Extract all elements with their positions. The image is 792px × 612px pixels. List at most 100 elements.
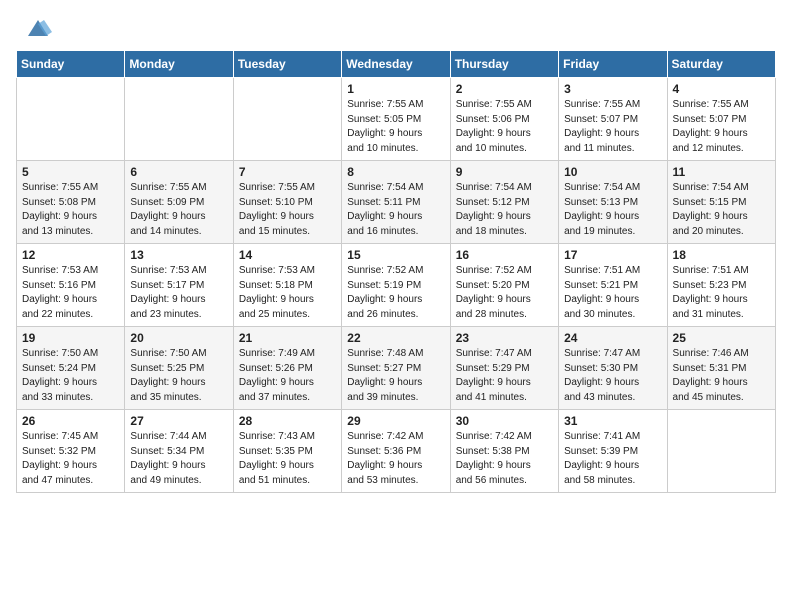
day-info: Sunrise: 7:54 AM Sunset: 5:11 PM Dayligh… <box>347 181 444 239</box>
day-info: Sunrise: 7:45 AM Sunset: 5:32 PM Dayligh… <box>22 430 119 488</box>
day-info: Sunrise: 7:41 AM Sunset: 5:39 PM Dayligh… <box>564 430 661 488</box>
calendar-week-row: 1 Sunrise: 7:55 AM Sunset: 5:05 PM Daylig… <box>17 78 776 161</box>
calendar-week-row: 5 Sunrise: 7:55 AM Sunset: 5:08 PM Daylig… <box>17 161 776 244</box>
day-info: Sunrise: 7:51 AM Sunset: 5:21 PM Dayligh… <box>564 264 661 322</box>
day-info: Sunrise: 7:54 AM Sunset: 5:15 PM Dayligh… <box>673 181 770 239</box>
day-number: 21 <box>239 331 336 345</box>
day-info: Sunrise: 7:51 AM Sunset: 5:23 PM Dayligh… <box>673 264 770 322</box>
logo <box>20 14 52 42</box>
day-of-week-header: Sunday <box>17 51 125 78</box>
day-of-week-header: Friday <box>559 51 667 78</box>
day-info: Sunrise: 7:55 AM Sunset: 5:07 PM Dayligh… <box>564 98 661 156</box>
day-info: Sunrise: 7:47 AM Sunset: 5:30 PM Dayligh… <box>564 347 661 405</box>
day-info: Sunrise: 7:50 AM Sunset: 5:25 PM Dayligh… <box>130 347 227 405</box>
day-info: Sunrise: 7:55 AM Sunset: 5:08 PM Dayligh… <box>22 181 119 239</box>
day-of-week-header: Thursday <box>450 51 558 78</box>
day-info: Sunrise: 7:53 AM Sunset: 5:17 PM Dayligh… <box>130 264 227 322</box>
calendar-day-cell: 18 Sunrise: 7:51 AM Sunset: 5:23 PM Dayli… <box>667 244 775 327</box>
day-info: Sunrise: 7:53 AM Sunset: 5:18 PM Dayligh… <box>239 264 336 322</box>
calendar-day-cell: 29 Sunrise: 7:42 AM Sunset: 5:36 PM Dayli… <box>342 410 450 493</box>
day-number: 9 <box>456 165 553 179</box>
day-of-week-header: Tuesday <box>233 51 341 78</box>
header <box>0 0 792 50</box>
day-info: Sunrise: 7:49 AM Sunset: 5:26 PM Dayligh… <box>239 347 336 405</box>
day-number: 18 <box>673 248 770 262</box>
calendar-week-row: 19Sunrise: 7:50 AM Sunset: 5:24 PM Dayli… <box>17 327 776 410</box>
day-info: Sunrise: 7:48 AM Sunset: 5:27 PM Dayligh… <box>347 347 444 405</box>
calendar-day-cell: 4Sunrise: 7:55 AM Sunset: 5:07 PM Daylig… <box>667 78 775 161</box>
calendar-day-cell: 22 Sunrise: 7:48 AM Sunset: 5:27 PM Dayli… <box>342 327 450 410</box>
day-info: Sunrise: 7:55 AM Sunset: 5:10 PM Dayligh… <box>239 181 336 239</box>
calendar-day-cell: 26 Sunrise: 7:45 AM Sunset: 5:32 PM Dayli… <box>17 410 125 493</box>
day-number: 16 <box>456 248 553 262</box>
calendar-table: SundayMondayTuesdayWednesdayThursdayFrid… <box>16 50 776 493</box>
calendar-day-cell: 1 Sunrise: 7:55 AM Sunset: 5:05 PM Daylig… <box>342 78 450 161</box>
day-info: Sunrise: 7:52 AM Sunset: 5:20 PM Dayligh… <box>456 264 553 322</box>
day-number: 26 <box>22 414 119 428</box>
day-info: Sunrise: 7:47 AM Sunset: 5:29 PM Dayligh… <box>456 347 553 405</box>
day-info: Sunrise: 7:55 AM Sunset: 5:09 PM Dayligh… <box>130 181 227 239</box>
day-number: 29 <box>347 414 444 428</box>
calendar-day-cell: 8 Sunrise: 7:54 AM Sunset: 5:11 PM Daylig… <box>342 161 450 244</box>
calendar-day-cell: 9Sunrise: 7:54 AM Sunset: 5:12 PM Daylig… <box>450 161 558 244</box>
calendar-day-cell: 17Sunrise: 7:51 AM Sunset: 5:21 PM Dayli… <box>559 244 667 327</box>
day-number: 12 <box>22 248 119 262</box>
day-number: 4 <box>673 82 770 96</box>
day-info: Sunrise: 7:52 AM Sunset: 5:19 PM Dayligh… <box>347 264 444 322</box>
calendar-day-cell: 14 Sunrise: 7:53 AM Sunset: 5:18 PM Dayli… <box>233 244 341 327</box>
day-number: 20 <box>130 331 227 345</box>
calendar-day-cell <box>17 78 125 161</box>
day-info: Sunrise: 7:55 AM Sunset: 5:05 PM Dayligh… <box>347 98 444 156</box>
day-info: Sunrise: 7:46 AM Sunset: 5:31 PM Dayligh… <box>673 347 770 405</box>
calendar-day-cell: 24 Sunrise: 7:47 AM Sunset: 5:30 PM Dayli… <box>559 327 667 410</box>
calendar-day-cell: 16 Sunrise: 7:52 AM Sunset: 5:20 PM Dayli… <box>450 244 558 327</box>
calendar-day-cell: 2 Sunrise: 7:55 AM Sunset: 5:06 PM Daylig… <box>450 78 558 161</box>
calendar-week-row: 26 Sunrise: 7:45 AM Sunset: 5:32 PM Dayli… <box>17 410 776 493</box>
day-number: 10 <box>564 165 661 179</box>
day-number: 15 <box>347 248 444 262</box>
day-number: 2 <box>456 82 553 96</box>
calendar-day-cell: 10 Sunrise: 7:54 AM Sunset: 5:13 PM Dayli… <box>559 161 667 244</box>
day-info: Sunrise: 7:44 AM Sunset: 5:34 PM Dayligh… <box>130 430 227 488</box>
calendar-day-cell: 5 Sunrise: 7:55 AM Sunset: 5:08 PM Daylig… <box>17 161 125 244</box>
calendar-day-cell: 25 Sunrise: 7:46 AM Sunset: 5:31 PM Dayli… <box>667 327 775 410</box>
calendar-day-cell <box>667 410 775 493</box>
day-number: 19 <box>22 331 119 345</box>
calendar-day-cell: 12Sunrise: 7:53 AM Sunset: 5:16 PM Dayli… <box>17 244 125 327</box>
day-number: 28 <box>239 414 336 428</box>
calendar-day-cell: 11 Sunrise: 7:54 AM Sunset: 5:15 PM Dayli… <box>667 161 775 244</box>
calendar-day-cell: 23 Sunrise: 7:47 AM Sunset: 5:29 PM Dayli… <box>450 327 558 410</box>
calendar-header-row: SundayMondayTuesdayWednesdayThursdayFrid… <box>17 51 776 78</box>
day-number: 7 <box>239 165 336 179</box>
day-number: 25 <box>673 331 770 345</box>
calendar-day-cell: 7 Sunrise: 7:55 AM Sunset: 5:10 PM Daylig… <box>233 161 341 244</box>
calendar-day-cell: 3 Sunrise: 7:55 AM Sunset: 5:07 PM Daylig… <box>559 78 667 161</box>
calendar-day-cell: 15 Sunrise: 7:52 AM Sunset: 5:19 PM Dayli… <box>342 244 450 327</box>
day-number: 3 <box>564 82 661 96</box>
calendar-day-cell: 20 Sunrise: 7:50 AM Sunset: 5:25 PM Dayli… <box>125 327 233 410</box>
page: SundayMondayTuesdayWednesdayThursdayFrid… <box>0 0 792 612</box>
day-info: Sunrise: 7:54 AM Sunset: 5:13 PM Dayligh… <box>564 181 661 239</box>
day-info: Sunrise: 7:55 AM Sunset: 5:06 PM Dayligh… <box>456 98 553 156</box>
calendar-day-cell: 6Sunrise: 7:55 AM Sunset: 5:09 PM Daylig… <box>125 161 233 244</box>
day-number: 5 <box>22 165 119 179</box>
day-number: 8 <box>347 165 444 179</box>
day-number: 23 <box>456 331 553 345</box>
calendar-day-cell: 28Sunrise: 7:43 AM Sunset: 5:35 PM Dayli… <box>233 410 341 493</box>
day-number: 1 <box>347 82 444 96</box>
day-number: 13 <box>130 248 227 262</box>
calendar-day-cell: 19Sunrise: 7:50 AM Sunset: 5:24 PM Dayli… <box>17 327 125 410</box>
day-number: 24 <box>564 331 661 345</box>
calendar-day-cell: 27Sunrise: 7:44 AM Sunset: 5:34 PM Dayli… <box>125 410 233 493</box>
day-number: 30 <box>456 414 553 428</box>
day-info: Sunrise: 7:42 AM Sunset: 5:36 PM Dayligh… <box>347 430 444 488</box>
calendar-day-cell: 13 Sunrise: 7:53 AM Sunset: 5:17 PM Dayli… <box>125 244 233 327</box>
day-number: 11 <box>673 165 770 179</box>
day-number: 14 <box>239 248 336 262</box>
day-number: 31 <box>564 414 661 428</box>
day-of-week-header: Monday <box>125 51 233 78</box>
day-of-week-header: Saturday <box>667 51 775 78</box>
calendar-day-cell <box>233 78 341 161</box>
calendar-day-cell: 30Sunrise: 7:42 AM Sunset: 5:38 PM Dayli… <box>450 410 558 493</box>
day-number: 22 <box>347 331 444 345</box>
